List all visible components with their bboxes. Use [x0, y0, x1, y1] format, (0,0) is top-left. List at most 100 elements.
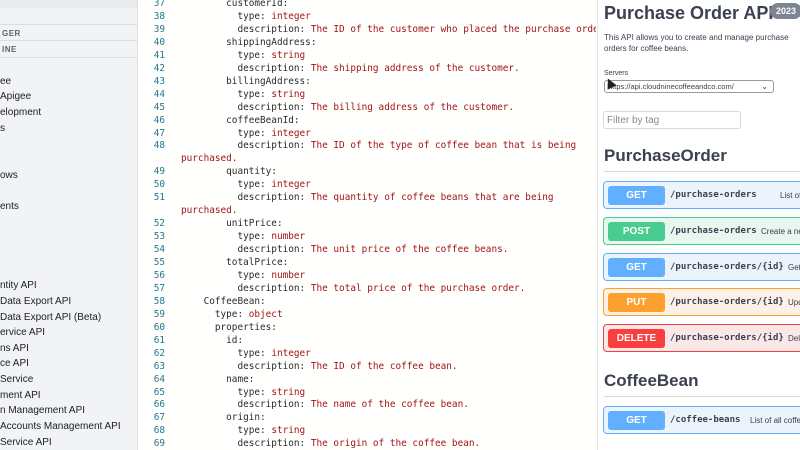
code-line[interactable]: purchased.	[181, 152, 237, 165]
operation-post-purchase-orders[interactable]: POST /purchase-orders Create a new purch…	[603, 217, 800, 245]
line-number: 41	[153, 49, 165, 61]
line-number: 57	[153, 282, 165, 294]
sidebar-item[interactable]: ntity API	[0, 279, 37, 293]
code-line[interactable]: description: The unit price of the coffe…	[181, 243, 508, 256]
code-line[interactable]: type: integer	[181, 178, 310, 191]
line-number: 39	[153, 23, 165, 35]
sidebar-item[interactable]: Data Export API	[0, 295, 71, 309]
yaml-key-token: quantity:	[181, 166, 277, 178]
code-line[interactable]: id:	[181, 334, 243, 347]
operation-delete-purchase-order[interactable]: DELETE /purchase-orders/{id} Delete a pu…	[603, 324, 800, 352]
sidebar-item[interactable]: ns API	[0, 342, 29, 356]
yaml-value-token: The total price of the purchase order.	[310, 282, 526, 294]
sidebar-item[interactable]: Accounts Management API	[0, 420, 121, 434]
yaml-key-token: description:	[181, 360, 311, 372]
yaml-key-token: description:	[181, 62, 311, 74]
sidebar-item[interactable]: s	[0, 122, 5, 136]
operation-summary: Get a purchase order	[788, 263, 800, 272]
code-line[interactable]: quantity:	[181, 165, 277, 178]
sidebar-item[interactable]: n Management API	[0, 404, 85, 418]
code-line[interactable]: type: number	[181, 230, 305, 243]
sidebar-item[interactable]: ervice API	[0, 326, 45, 340]
yaml-key-token: totalPrice:	[181, 257, 289, 268]
sidebar-item[interactable]: Data Export API (Beta)	[0, 311, 101, 325]
code-line[interactable]: billingAddress:	[181, 75, 311, 88]
code-line[interactable]: customerId:	[181, 0, 288, 10]
method-badge: GET	[608, 186, 665, 205]
sidebar-item[interactable]: ee	[0, 75, 11, 89]
yaml-value-token: The ID of the coffee bean.	[310, 360, 458, 372]
sidebar-item[interactable]: ment API	[0, 389, 41, 403]
code-line[interactable]: type: integer	[181, 127, 310, 140]
yaml-value-token: object	[248, 308, 283, 320]
code-line[interactable]: description: The shipping address of the…	[181, 62, 519, 75]
code-line[interactable]: purchased.	[181, 204, 237, 217]
operation-path: /purchase-orders/{id}	[670, 262, 784, 272]
yaml-code-editor[interactable]: 37 customerId: 38 type: integer 39 descrip…	[139, 0, 596, 450]
yaml-value-token: string	[271, 425, 306, 437]
code-line[interactable]: shippingAddress:	[181, 36, 316, 49]
code-line[interactable]: description: The total price of the purc…	[181, 282, 525, 295]
code-line[interactable]: description: The ID of the coffee bean.	[181, 360, 458, 373]
code-line[interactable]: origin:	[181, 411, 266, 424]
line-number: 49	[153, 166, 165, 178]
divider	[604, 171, 800, 172]
code-line[interactable]: unitPrice:	[181, 217, 282, 230]
code-line[interactable]: properties:	[181, 321, 277, 334]
operation-path: /purchase-orders/{id}	[670, 333, 784, 343]
line-number: 51	[153, 192, 165, 204]
operation-summary: Delete a purchase order	[788, 334, 800, 343]
operation-path: /coffee-beans	[670, 415, 741, 425]
divider	[604, 396, 800, 397]
code-line[interactable]: description: The quantity of coffee bean…	[181, 191, 553, 204]
code-line[interactable]: type: object	[181, 308, 283, 321]
code-line[interactable]: description: The billing address of the …	[181, 101, 514, 114]
tag-heading-coffeebean[interactable]: CoffeeBean	[604, 371, 698, 391]
method-badge: POST	[608, 222, 665, 241]
api-description: This API allows you to create and manage…	[604, 33, 789, 53]
api-title: Purchase Order API	[604, 3, 774, 23]
operation-put-purchase-order[interactable]: PUT /purchase-orders/{id} Update a purch…	[603, 288, 800, 316]
code-line[interactable]: description: The origin of the coffee be…	[181, 437, 480, 450]
operation-get-purchase-orders[interactable]: GET /purchase-orders List of all purchas…	[603, 181, 800, 209]
code-line[interactable]: coffeeBeanId:	[181, 114, 299, 127]
code-line[interactable]: totalPrice:	[181, 256, 288, 269]
line-number: 50	[153, 179, 165, 191]
code-line[interactable]: type: number	[181, 269, 305, 282]
sidebar-item[interactable]: Service	[0, 373, 33, 387]
sidebar-item[interactable]: ents	[0, 200, 19, 214]
code-line[interactable]: type: integer	[181, 10, 310, 23]
code-line[interactable]: type: string	[181, 424, 305, 437]
line-number: 53	[153, 231, 165, 243]
code-line[interactable]: type: string	[181, 88, 305, 101]
servers-label: Servers	[604, 70, 629, 77]
sidebar-item[interactable]: elopment	[0, 106, 41, 120]
yaml-key-token: type:	[181, 308, 249, 320]
code-line[interactable]: type: string	[181, 49, 305, 62]
line-number: 46	[153, 114, 165, 126]
code-line[interactable]: type: integer	[181, 347, 311, 360]
yaml-key-token: description:	[181, 282, 311, 294]
operation-get-purchase-order-by-id[interactable]: GET /purchase-orders/{id} Get a purchase…	[603, 253, 800, 281]
yaml-value-token: string	[271, 49, 306, 61]
yaml-key-token: type:	[181, 347, 272, 359]
tag-heading-purchaseorder[interactable]: PurchaseOrder	[604, 146, 727, 166]
yaml-value-token: integer	[271, 347, 311, 359]
line-number: 52	[153, 218, 165, 230]
sidebar-item[interactable]: ce API	[0, 357, 29, 371]
sidebar-item[interactable]: Apigee	[0, 90, 31, 104]
sidebar-item[interactable]: ows	[0, 169, 18, 183]
sidebar-top-bar	[0, 0, 137, 8]
code-line[interactable]: type: string	[181, 386, 305, 399]
servers-select[interactable]: https://api.cloudninecoffeeandco.com/ ⌄	[604, 80, 774, 93]
code-line[interactable]: description: The name of the coffee bean…	[181, 398, 468, 411]
operation-summary: Create a new purchase order	[761, 227, 800, 236]
code-line[interactable]: description: The ID of the customer who …	[181, 23, 596, 36]
filter-by-tag-input[interactable]	[603, 111, 741, 129]
yaml-value-token: The billing address of the customer.	[310, 101, 515, 113]
sidebar-item[interactable]: Service API	[0, 436, 52, 450]
code-line[interactable]: name:	[181, 373, 254, 386]
code-line[interactable]: description: The ID of the type of coffe…	[181, 139, 576, 152]
operation-get-coffee-beans[interactable]: GET /coffee-beans List of all coffee bea…	[603, 406, 800, 434]
code-line[interactable]: CoffeeBean:	[181, 295, 266, 308]
